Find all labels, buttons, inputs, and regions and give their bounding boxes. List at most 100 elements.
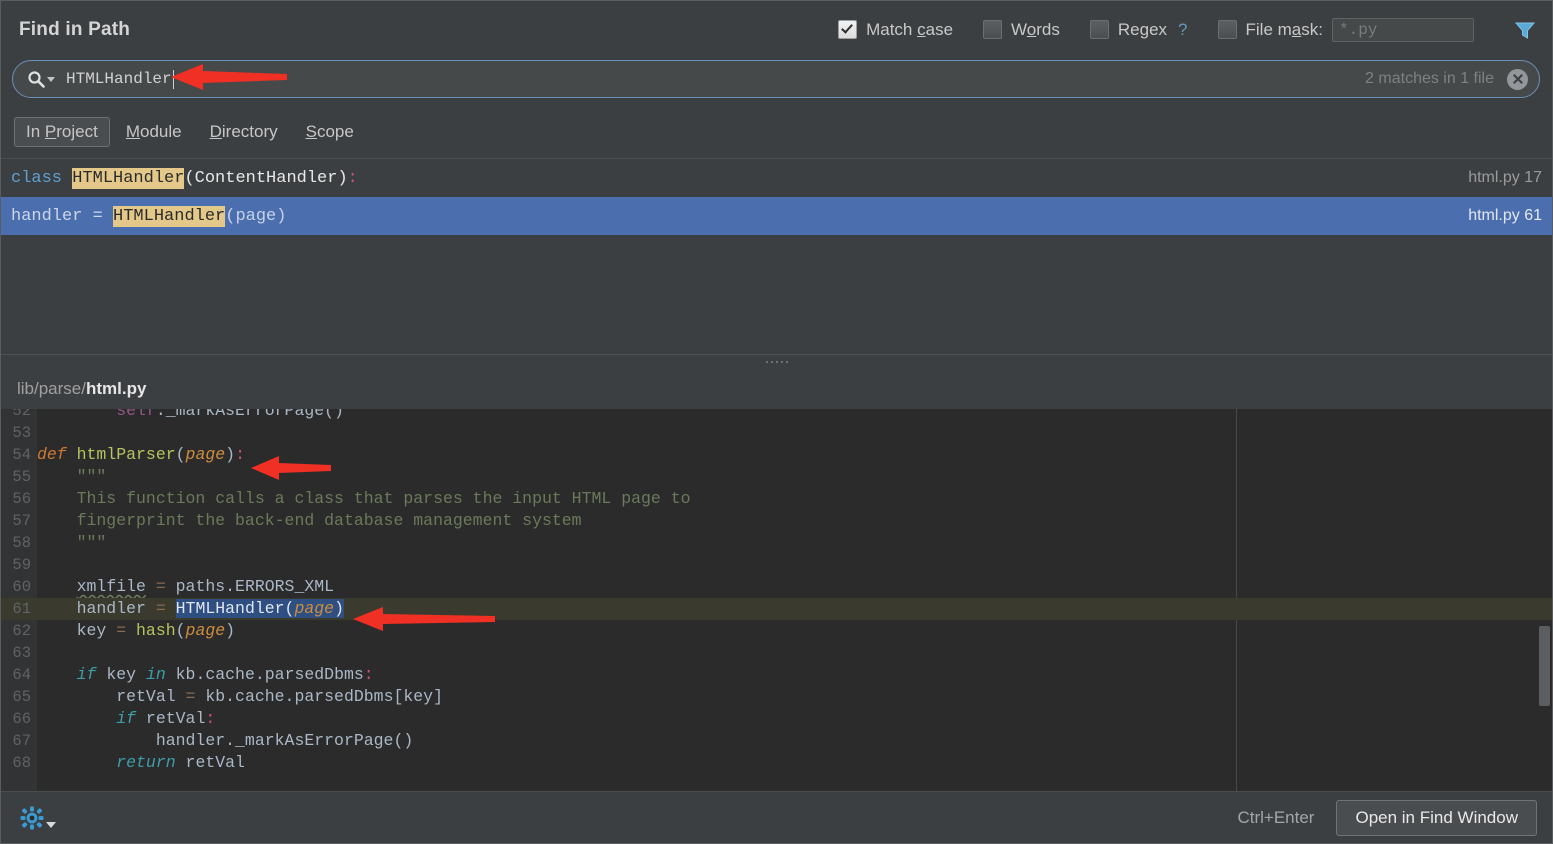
code-line-text: key = hash(page)	[37, 620, 235, 642]
code-token: return	[116, 753, 176, 772]
code-token: =	[155, 577, 166, 596]
code-line-text: return retVal	[37, 752, 245, 774]
code-token: =	[116, 621, 127, 640]
option-label: Match case	[866, 19, 954, 39]
code-line[interactable]: 54 def htmlParser(page):	[1, 444, 1552, 466]
tab-directory[interactable]: Directory	[198, 117, 290, 147]
tab-scope[interactable]: Scope	[294, 117, 366, 147]
chevron-down-icon[interactable]	[46, 821, 56, 828]
code-token: handler	[37, 599, 156, 618]
search-results-list[interactable]: class HTMLHandler (ContentHandler): html.…	[1, 158, 1552, 355]
option-match-case[interactable]: Match case	[838, 20, 953, 40]
code-token: if	[116, 709, 137, 728]
regex-help-icon[interactable]: ?	[1178, 20, 1187, 40]
code-line[interactable]: 55 """	[1, 466, 1552, 488]
option-regex[interactable]: Regex ?	[1089, 20, 1188, 40]
line-number: 57	[12, 512, 31, 530]
splitter-grip-icon	[765, 361, 788, 363]
code-line[interactable]: 52 self._markAsErrorPage()	[1, 409, 1552, 422]
vertical-scrollbar[interactable]	[1539, 626, 1550, 706]
code-line-text: def htmlParser(page):	[37, 444, 245, 466]
tab-module[interactable]: Module	[114, 117, 194, 147]
code-token: fingerprint the back-end database manage…	[37, 511, 582, 530]
chevron-down-icon[interactable]	[47, 76, 55, 82]
option-file-mask[interactable]: File mask: *.py	[1217, 17, 1474, 42]
code-token: paths.ERRORS_XML	[165, 577, 335, 596]
code-line[interactable]: 63	[1, 642, 1552, 664]
code-line-text: xmlfile = paths.ERRORS_XML	[37, 576, 334, 598]
code-token: (	[175, 445, 186, 464]
search-magnifier-icon[interactable]	[27, 70, 55, 88]
scope-tabs: In Project Module Directory Scope	[1, 113, 366, 151]
code-token: page	[185, 621, 226, 640]
line-number: 54	[12, 446, 31, 464]
checkbox-icon[interactable]	[1217, 20, 1237, 39]
option-words[interactable]: Words	[983, 20, 1060, 40]
code-line[interactable]: 59	[1, 554, 1552, 576]
code-token: in	[145, 665, 166, 684]
code-token: page	[185, 445, 226, 464]
code-line-text: self._markAsErrorPage()	[37, 409, 344, 422]
code-line[interactable]: 57 fingerprint the back-end database man…	[1, 510, 1552, 532]
checkbox-checked-icon[interactable]	[838, 20, 858, 39]
code-line[interactable]: 64 if key in kb.cache.parsedDbms:	[1, 664, 1552, 686]
filter-funnel-icon[interactable]	[1512, 17, 1538, 43]
code-preview-editor[interactable]: 52 self._markAsErrorPage() 53 54 def htmlPa…	[1, 409, 1552, 791]
code-line[interactable]: 58 """	[1, 532, 1552, 554]
clear-circle-x-icon[interactable]	[1507, 68, 1528, 90]
code-line[interactable]: 62 key = hash(page)	[1, 620, 1552, 642]
code-token: This function calls a class that parses …	[37, 489, 691, 508]
line-number: 55	[12, 468, 31, 486]
option-label: File mask:	[1245, 19, 1323, 39]
code-line[interactable]: 56 This function calls a class that pars…	[1, 488, 1552, 510]
open-in-find-window-button[interactable]: Open in Find Window	[1336, 799, 1537, 836]
line-number: 62	[12, 622, 31, 640]
result-file-label: html.py 17	[1468, 169, 1542, 186]
find-in-path-dialog: Find in Path Match case Words Regex ? Fi…	[0, 0, 1553, 844]
code-line-text: handler._markAsErrorPage()	[37, 730, 413, 752]
code-line[interactable]: 61 handler = HTMLHandler(page)	[1, 598, 1552, 620]
table-row[interactable]: class HTMLHandler (ContentHandler): html.…	[1, 159, 1552, 197]
code-token: )	[225, 445, 236, 464]
result-token: (ContentHandler)	[184, 168, 348, 188]
checkbox-icon[interactable]	[1089, 20, 1109, 39]
code-token: =	[185, 687, 196, 706]
code-line[interactable]: 60 xmlfile = paths.ERRORS_XML	[1, 576, 1552, 598]
code-line-text: handler = HTMLHandler(page)	[37, 598, 344, 620]
code-token: :	[205, 709, 216, 728]
code-token: kb.cache.parsedDbms[key]	[195, 687, 443, 706]
table-row[interactable]: handler = HTMLHandler (page) html.py 61	[1, 197, 1552, 235]
breadcrumb: lib/parse/	[17, 378, 86, 398]
dialog-header: Find in Path Match case Words Regex ? Fi…	[1, 1, 1552, 58]
code-token: )	[225, 621, 236, 640]
result-token: (page)	[225, 206, 287, 226]
panel-splitter[interactable]	[1, 354, 1552, 369]
dialog-footer: Ctrl+Enter Open in Find Window	[1, 791, 1552, 843]
gear-settings-icon[interactable]	[19, 805, 56, 831]
line-number: 61	[12, 600, 31, 618]
code-token: """	[37, 533, 107, 552]
code-line[interactable]: 65 retVal = kb.cache.parsedDbms[key]	[1, 686, 1552, 708]
shortcut-hint: Ctrl+Enter	[1237, 807, 1315, 827]
code-line[interactable]: 68 return retVal	[1, 752, 1552, 774]
code-token: retVal	[175, 753, 245, 772]
checkbox-icon[interactable]	[983, 20, 1003, 39]
code-line-text: fingerprint the back-end database manage…	[37, 510, 582, 532]
search-input[interactable]: HTMLHandler 2 matches in 1 file	[12, 60, 1540, 98]
code-token: retVal	[37, 687, 186, 706]
line-number: 60	[12, 578, 31, 596]
code-token: )	[334, 599, 344, 618]
code-token: =	[155, 599, 166, 618]
tab-in-project[interactable]: In Project	[14, 117, 110, 147]
code-line[interactable]: 53	[1, 422, 1552, 444]
file-mask-input[interactable]: *.py	[1332, 17, 1474, 42]
code-line[interactable]: 66 if retVal:	[1, 708, 1552, 730]
line-number: 66	[12, 710, 31, 728]
line-number: 56	[12, 490, 31, 508]
code-line[interactable]: 67 handler._markAsErrorPage()	[1, 730, 1552, 752]
